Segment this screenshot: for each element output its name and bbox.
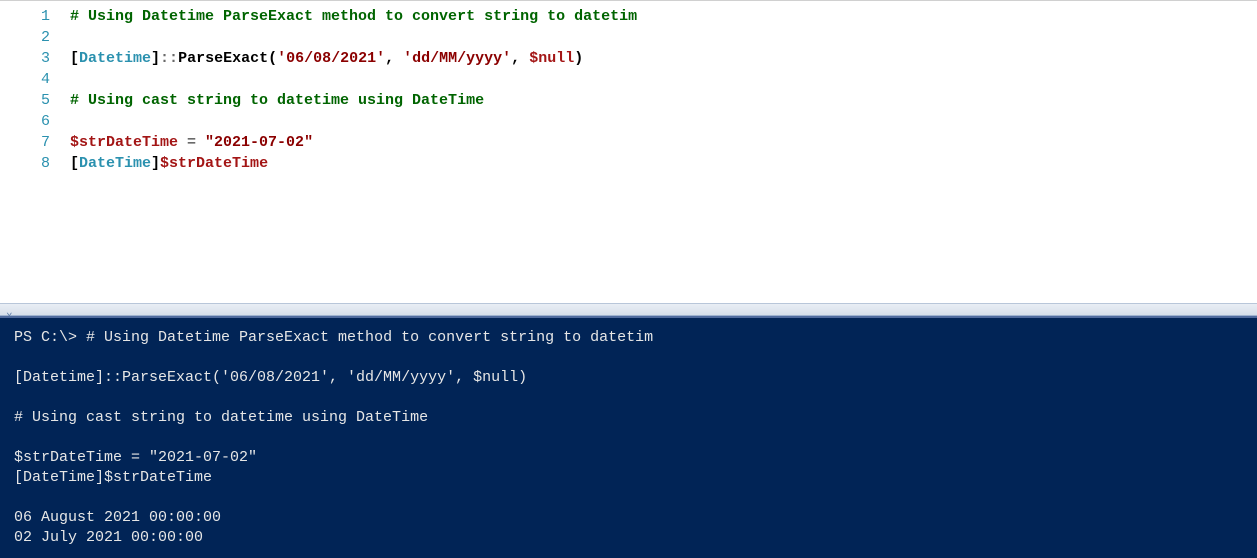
- line-number: 3: [41, 50, 50, 67]
- bracket: ]: [151, 155, 160, 172]
- line-number: 1: [41, 8, 50, 25]
- bracket: [: [70, 155, 79, 172]
- comma: ,: [385, 50, 403, 67]
- variable: $strDateTime: [70, 134, 178, 151]
- paren: ): [574, 50, 583, 67]
- console-output: 06 August 2021 00:00:00: [14, 509, 221, 526]
- console-text: # Using Datetime ParseExact method to co…: [86, 329, 653, 346]
- console-pane[interactable]: PS C:\> # Using Datetime ParseExact meth…: [0, 316, 1257, 558]
- console-prompt: PS C:\>: [14, 329, 86, 346]
- code-area[interactable]: # Using Datetime ParseExact method to co…: [60, 1, 1257, 303]
- console-text: $strDateTime = "2021-07-02": [14, 449, 257, 466]
- console-text: [Datetime]::ParseExact('06/08/2021', 'dd…: [14, 369, 527, 386]
- comma: ,: [511, 50, 529, 67]
- variable: $strDateTime: [160, 155, 268, 172]
- line-number: 5: [41, 92, 50, 109]
- chevron-down-icon[interactable]: ⌄: [6, 305, 13, 319]
- line-number: 4: [41, 71, 50, 88]
- comment-line: # Using Datetime ParseExact method to co…: [70, 8, 637, 25]
- string-literal: "2021-07-02": [205, 134, 313, 151]
- line-number: 8: [41, 155, 50, 172]
- comment-line: # Using cast string to datetime using Da…: [70, 92, 484, 109]
- script-editor[interactable]: 1 2 3 4 5 6 7 8 # Using Datetime ParseExact met…: [0, 0, 1257, 303]
- pane-splitter[interactable]: ⌄: [0, 303, 1257, 316]
- string-literal: 'dd/MM/yyyy': [403, 50, 511, 67]
- line-number: 2: [41, 29, 50, 46]
- ide-window: 1 2 3 4 5 6 7 8 # Using Datetime ParseExact met…: [0, 0, 1257, 558]
- variable: $null: [529, 50, 574, 67]
- paren: (: [268, 50, 277, 67]
- line-number: 7: [41, 134, 50, 151]
- console-text: [DateTime]$strDateTime: [14, 469, 212, 486]
- scope-op: ::: [160, 50, 178, 67]
- line-number: 6: [41, 113, 50, 130]
- console-text: # Using cast string to datetime using Da…: [14, 409, 428, 426]
- bracket: [: [70, 50, 79, 67]
- method-name: ParseExact: [178, 50, 268, 67]
- bracket: ]: [151, 50, 160, 67]
- string-literal: '06/08/2021': [277, 50, 385, 67]
- line-number-gutter: 1 2 3 4 5 6 7 8: [0, 1, 60, 303]
- assign-op: =: [178, 134, 205, 151]
- console-output: 02 July 2021 00:00:00: [14, 529, 203, 546]
- type-name: DateTime: [79, 155, 151, 172]
- type-name: Datetime: [79, 50, 151, 67]
